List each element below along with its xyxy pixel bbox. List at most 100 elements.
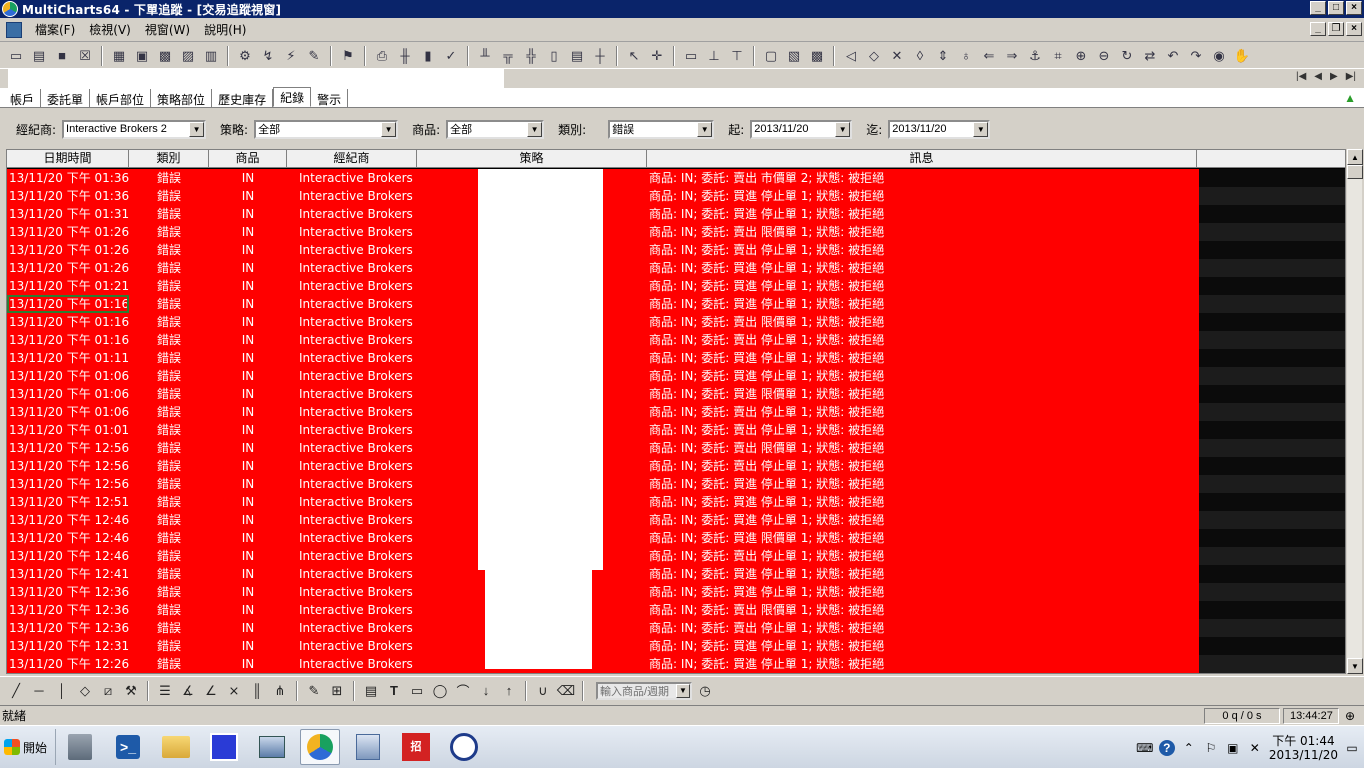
table-row[interactable]: 13/11/20 下午 12:51: 錯誤 IN Interactive Broker… — [7, 493, 1199, 511]
trendline-icon[interactable]: ╱ — [6, 681, 26, 701]
ellipse-icon[interactable]: ◯ — [430, 681, 450, 701]
save-icon[interactable]: ■ — [52, 46, 72, 66]
help-icon[interactable]: ? — [1158, 739, 1175, 756]
arrow-down-icon[interactable]: ↓ — [476, 681, 496, 701]
alert-icon[interactable]: ⚑ — [338, 46, 358, 66]
eraser-icon[interactable]: ⌫ — [556, 681, 576, 701]
zoom-y-icon[interactable]: ◊ — [910, 46, 930, 66]
parallel-icon[interactable]: ⧄ — [98, 681, 118, 701]
col-header-message[interactable]: 訊息 — [647, 150, 1197, 168]
table-row[interactable]: 13/11/20 下午 12:46: 錯誤 IN Interactive Broker… — [7, 511, 1199, 529]
app-blue-icon[interactable] — [204, 729, 244, 765]
table-row[interactable]: 13/11/20 下午 01:16: 錯誤 IN Interactive Broker… — [7, 313, 1199, 331]
fib-time-icon[interactable]: ⨯ — [224, 681, 244, 701]
explorer-folder-icon[interactable] — [156, 729, 196, 765]
chat-icon[interactable]: ▭ — [6, 46, 26, 66]
eye-icon[interactable]: ◉ — [1209, 46, 1229, 66]
symbol-select[interactable]: 全部 ▼ — [446, 119, 545, 139]
fib-arc-icon[interactable]: ∠ — [201, 681, 221, 701]
table-row[interactable]: 13/11/20 下午 12:36: 錯誤 IN Interactive Broker… — [7, 583, 1199, 601]
indicator-icon[interactable]: ↯ — [258, 46, 278, 66]
volume-icon[interactable]: ▯ — [544, 46, 564, 66]
tab-logs[interactable]: 紀錄 — [273, 87, 312, 107]
mdi-close-button[interactable]: × — [1346, 22, 1362, 36]
table-row[interactable]: 13/11/20 下午 12:56: 錯誤 IN Interactive Broker… — [7, 475, 1199, 493]
crosshair-icon[interactable]: ✛ — [647, 46, 667, 66]
volume-muted-icon[interactable]: ✕ — [1247, 740, 1263, 756]
table-row[interactable]: 13/11/20 下午 01:16: 錯誤 IN Interactive Broker… — [7, 295, 1199, 313]
comment-icon[interactable]: ▭ — [681, 46, 701, 66]
format-icon[interactable]: ⚙ — [235, 46, 255, 66]
prev-icon[interactable]: ◀ — [1314, 71, 1322, 82]
grid-icon[interactable]: ⌗ — [1048, 46, 1068, 66]
scanner-icon[interactable]: ▩ — [155, 46, 175, 66]
zoom-x-icon[interactable]: ✕ — [887, 46, 907, 66]
shift-right-icon[interactable]: ⇒ — [1002, 46, 1022, 66]
table-row[interactable]: 13/11/20 下午 01:36: 錯誤 IN Interactive Broker… — [7, 187, 1199, 205]
start-button[interactable]: 開始 — [0, 729, 57, 765]
scroll-thumb[interactable] — [1347, 165, 1363, 179]
buy-order-icon[interactable]: ⊥ — [704, 46, 724, 66]
new-chart-icon[interactable]: ▦ — [109, 46, 129, 66]
cursor-icon[interactable]: ↖ — [624, 46, 644, 66]
document-app-icon[interactable] — [348, 729, 388, 765]
text-icon[interactable]: T — [384, 681, 404, 701]
table-row[interactable]: 13/11/20 下午 01:26: 錯誤 IN Interactive Broker… — [7, 259, 1199, 277]
dropdown-arrow-icon[interactable]: ▼ — [973, 121, 989, 137]
table-row[interactable]: 13/11/20 下午 12:41: 錯誤 IN Interactive Broker… — [7, 565, 1199, 583]
dropdown-arrow-icon[interactable]: ▼ — [835, 121, 851, 137]
next-icon[interactable]: ▶ — [1330, 71, 1338, 82]
mdi-restore-button[interactable]: ❐ — [1328, 22, 1344, 36]
keyboard-icon[interactable]: ⌨ — [1136, 740, 1153, 756]
open-folder-icon[interactable]: ▤ — [29, 46, 49, 66]
signal-icon[interactable]: ⚡ — [281, 46, 301, 66]
ohlc-icon[interactable]: ┼ — [590, 46, 610, 66]
histogram-icon[interactable]: ▤ — [567, 46, 587, 66]
table-row[interactable]: 13/11/20 下午 01:26: 錯誤 IN Interactive Broker… — [7, 223, 1199, 241]
fib-retracement-icon[interactable]: ☰ — [155, 681, 175, 701]
ruler-icon[interactable]: ⇄ — [1140, 46, 1160, 66]
picture-icon[interactable]: ▧ — [784, 46, 804, 66]
menu-view[interactable]: 檢視(V) — [82, 21, 138, 38]
kagi-icon[interactable]: ╦ — [498, 46, 518, 66]
taskbar-clock[interactable]: 下午 01:44 2013/11/20 — [1269, 734, 1338, 762]
pf-chart-icon[interactable]: ╨ — [475, 46, 495, 66]
pencil-icon[interactable]: ✎ — [304, 681, 324, 701]
flag-icon[interactable]: ⚐ — [1203, 740, 1219, 756]
undo-icon[interactable]: ↶ — [1163, 46, 1183, 66]
tab-orders[interactable]: 委託單 — [41, 89, 91, 107]
menu-help[interactable]: 說明(H) — [197, 21, 253, 38]
arc-icon[interactable]: ⌒ — [453, 681, 473, 701]
dropdown-arrow-icon[interactable]: ▼ — [676, 683, 690, 698]
menu-file[interactable]: 檔案(F) — [28, 21, 82, 38]
anchor-icon[interactable]: ⚓ — [1025, 46, 1045, 66]
up-down-icon[interactable]: ⇕ — [933, 46, 953, 66]
seal-app-icon[interactable] — [444, 729, 484, 765]
strategy-icon[interactable]: ✎ — [304, 46, 324, 66]
tab-alerts[interactable]: 警示 — [311, 89, 349, 107]
grid-vertical-scrollbar[interactable]: ▲ ▼ — [1346, 149, 1363, 674]
show-desktop-icon[interactable]: ▭ — [1344, 740, 1360, 756]
dom-icon[interactable]: ▨ — [178, 46, 198, 66]
hand-icon[interactable]: ✋ — [1232, 46, 1252, 66]
scroll-down-icon[interactable]: ▼ — [1347, 658, 1363, 674]
close-doc-icon[interactable]: ☒ — [75, 46, 95, 66]
dropdown-arrow-icon[interactable]: ▼ — [527, 121, 543, 137]
maximize-button[interactable]: □ — [1328, 1, 1344, 15]
table-row[interactable]: 13/11/20 下午 01:01: 錯誤 IN Interactive Broker… — [7, 421, 1199, 439]
dropdown-arrow-icon[interactable]: ▼ — [189, 121, 205, 137]
channel-icon[interactable]: ◇ — [75, 681, 95, 701]
table-row[interactable]: 13/11/20 下午 01:06: 錯誤 IN Interactive Broker… — [7, 403, 1199, 421]
col-header-strategy[interactable]: 策略 — [417, 150, 647, 168]
line-chart-icon[interactable]: ✓ — [441, 46, 461, 66]
close-button[interactable]: × — [1346, 1, 1362, 15]
strategy-select[interactable]: 全部 ▼ — [254, 119, 399, 139]
table-row[interactable]: 13/11/20 下午 12:36: 錯誤 IN Interactive Broker… — [7, 601, 1199, 619]
table-icon[interactable]: ⊞ — [327, 681, 347, 701]
last-icon[interactable]: ▶| — [1346, 71, 1356, 82]
multicharts-task-icon[interactable] — [300, 729, 341, 765]
list-icon[interactable]: ▤ — [361, 681, 381, 701]
dropdown-arrow-icon[interactable]: ▼ — [381, 121, 397, 137]
print-icon[interactable]: ⎙ — [372, 46, 392, 66]
from-date-picker[interactable]: 2013/11/20 ▼ — [750, 119, 853, 139]
